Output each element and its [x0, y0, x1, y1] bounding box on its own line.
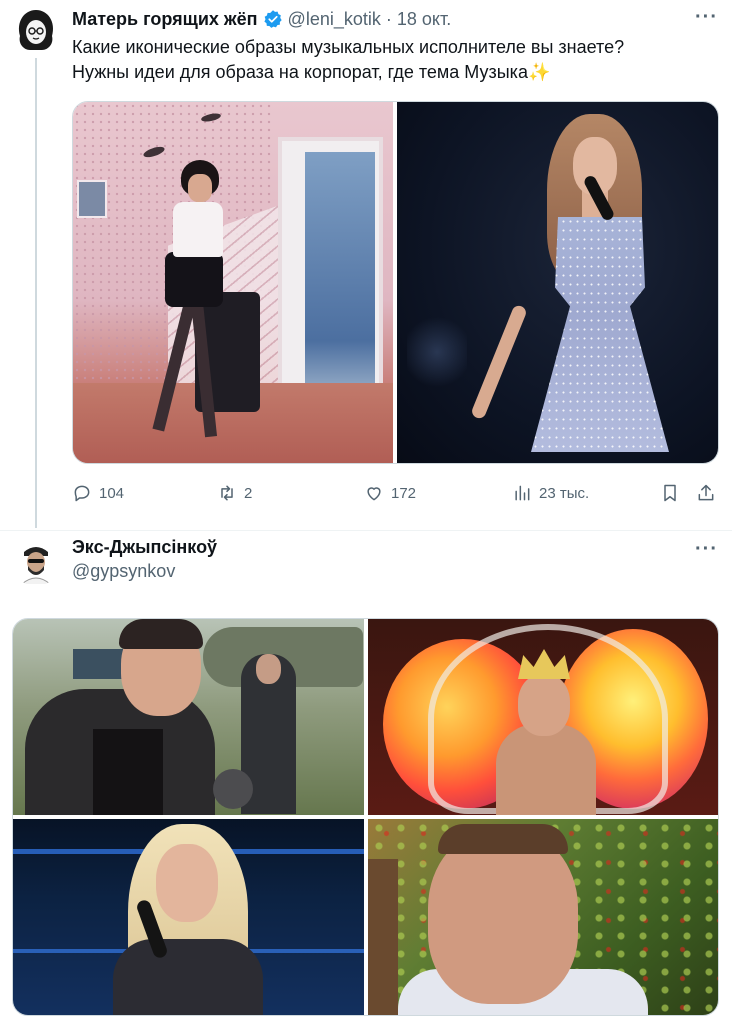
tweet-text-line-2: Нужны идеи для образа на корпорат, где т…	[72, 60, 712, 85]
share-icon	[698, 484, 714, 501]
tweet-2-media-grid	[12, 618, 719, 1016]
author-handle-2[interactable]: @gypsynkov	[72, 561, 175, 582]
tweet-divider	[0, 530, 732, 531]
author-handle[interactable]: @leni_kotik	[288, 9, 381, 30]
reply-count: 104	[99, 484, 125, 502]
reply-icon	[74, 485, 90, 502]
tweet-media-grid	[72, 101, 719, 464]
tweet-text-line-1: Какие иконические образы музыкальных исп…	[72, 37, 625, 57]
media-photo-1[interactable]	[73, 102, 393, 463]
media-photo-2-1[interactable]	[13, 619, 364, 815]
retweet-count: 2	[244, 484, 253, 502]
tweet-1[interactable]: Матерь горящих жёп @leni_kotik · 18 окт.…	[0, 0, 732, 530]
retweet-button[interactable]: 2	[217, 480, 252, 506]
like-icon	[367, 487, 381, 501]
media-photo-2-4[interactable]	[368, 819, 718, 1015]
retweet-icon	[221, 485, 233, 501]
sparkles-emoji: ✨	[527, 62, 551, 82]
like-count: 172	[391, 484, 417, 502]
views-count: 23 тыс.	[539, 484, 590, 502]
tweet-actions: 104 2 172 23 тыс.	[72, 480, 722, 506]
media-photo-2-3[interactable]	[13, 819, 364, 1015]
tweet-text: Какие иконические образы музыкальных исп…	[72, 35, 712, 85]
more-horizontal-icon[interactable]: ···	[695, 6, 718, 29]
author-name[interactable]: Матерь горящих жёп	[72, 9, 258, 30]
bookmark-button[interactable]	[660, 480, 680, 506]
separator-dot: ·	[385, 8, 392, 29]
bookmark-icon	[664, 484, 676, 502]
views-icon	[515, 485, 530, 501]
author-avatar[interactable]	[12, 6, 60, 54]
like-button[interactable]: 172	[364, 480, 416, 506]
views-button[interactable]: 23 тыс.	[512, 480, 589, 506]
avatar-illustration-2	[12, 538, 60, 586]
more-horizontal-icon[interactable]: ···	[695, 538, 718, 561]
avatar-illustration	[12, 6, 60, 54]
author-avatar-2[interactable]	[12, 538, 60, 586]
tweet-text-line-2-body: Нужны идеи для образа на корпорат, где т…	[72, 62, 528, 82]
thread-connector-line	[35, 58, 37, 528]
tweet-date[interactable]: 18 окт.	[397, 9, 451, 30]
verified-badge-icon	[263, 10, 282, 28]
media-photo-2-2[interactable]	[368, 619, 718, 815]
reply-button[interactable]: 104	[72, 480, 124, 506]
share-button[interactable]	[696, 480, 716, 506]
media-photo-2[interactable]	[397, 102, 718, 463]
tweet-header: Матерь горящих жёп @leni_kotik · 18 окт.	[72, 7, 451, 31]
author-name-2[interactable]: Экс-Джыпсінкоў	[72, 537, 217, 558]
